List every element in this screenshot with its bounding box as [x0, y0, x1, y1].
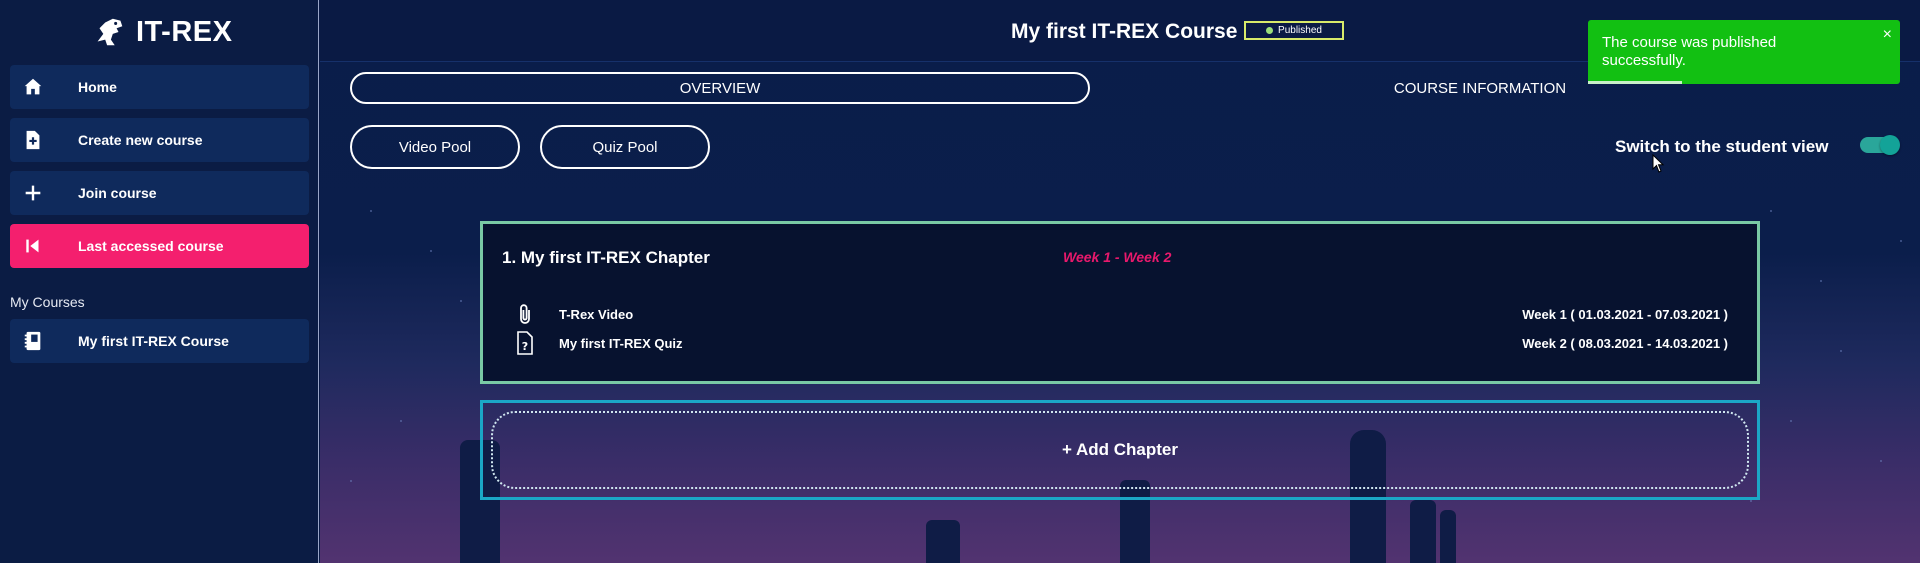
notebook-icon [22, 330, 44, 352]
chapter-item[interactable]: T-Rex Video Week 1 ( 01.03.2021 - 07.03.… [513, 302, 1728, 326]
video-pool-button[interactable]: Video Pool [350, 125, 520, 169]
chapter-item-name: My first IT-REX Quiz [559, 335, 683, 351]
file-plus-icon [22, 129, 44, 151]
success-toast: The course was published successfully. × [1588, 20, 1900, 84]
rock-silhouette [926, 520, 960, 563]
logo[interactable]: IT-REX [90, 12, 232, 52]
svg-text:?: ? [522, 340, 528, 353]
page-title: My first IT-REX Course [1011, 20, 1238, 43]
add-chapter-label: + Add Chapter [491, 411, 1749, 489]
toast-progress-fill [1588, 81, 1682, 84]
plus-icon [22, 182, 44, 204]
sidebar-item-course[interactable]: My first IT-REX Course [10, 319, 309, 363]
student-view-toggle[interactable] [1860, 135, 1900, 155]
sidebar-item-label: Join course [78, 185, 157, 201]
tab-course-information[interactable]: COURSE INFORMATION [1370, 72, 1590, 104]
quiz-file-icon: ? [513, 331, 537, 355]
sidebar-item-label: Last accessed course [78, 238, 224, 254]
sidebar-item-label: Home [78, 79, 117, 95]
chapter-title: 1. My first IT-REX Chapter [502, 248, 710, 267]
mouse-cursor-icon [1652, 154, 1665, 173]
sidebar-item-create-course[interactable]: Create new course [10, 118, 309, 162]
toast-message: The course was published successfully. [1602, 34, 1777, 69]
tab-overview[interactable]: OVERVIEW [350, 72, 1090, 104]
status-badge: Published [1244, 21, 1344, 40]
chapter-item-dates: Week 1 ( 01.03.2021 - 07.03.2021 ) [1522, 306, 1728, 322]
student-view-label: Switch to the student view [1615, 137, 1829, 156]
sidebar-item-label: My first IT-REX Course [78, 333, 229, 349]
chapter-item-name: T-Rex Video [559, 306, 634, 322]
sidebar-item-home[interactable]: Home [10, 65, 309, 109]
add-chapter-button[interactable]: + Add Chapter [480, 400, 1760, 500]
chapter-card[interactable]: 1. My first IT-REX Chapter Week 1 - Week… [480, 221, 1760, 384]
toggle-knob [1880, 135, 1900, 155]
sidebar: IT-REX Home Create new course Join cours… [0, 0, 319, 563]
main-content: My first IT-REX Course Published OVERVIE… [320, 0, 1920, 563]
close-icon[interactable]: × [1883, 26, 1892, 44]
skip-back-icon [22, 235, 44, 257]
logo-text: IT-REX [136, 15, 233, 48]
sidebar-item-join-course[interactable]: Join course [10, 171, 309, 215]
rock-silhouette [1410, 500, 1436, 563]
home-icon [22, 76, 44, 98]
sidebar-item-label: Create new course [78, 132, 203, 148]
chapter-item-dates: Week 2 ( 08.03.2021 - 14.03.2021 ) [1522, 335, 1728, 351]
sidebar-item-last-accessed-course[interactable]: Last accessed course [10, 224, 309, 268]
toast-progress-bar [1588, 81, 1900, 84]
trex-logo-icon [97, 18, 123, 46]
paperclip-icon [513, 302, 537, 326]
status-badge-label: Published [1278, 25, 1322, 36]
chapter-weeks: Week 1 - Week 2 [1063, 249, 1172, 265]
rock-silhouette [1440, 510, 1456, 563]
my-courses-heading: My Courses [10, 294, 85, 310]
quiz-pool-button[interactable]: Quiz Pool [540, 125, 710, 169]
chapter-item[interactable]: ? My first IT-REX Quiz Week 2 ( 08.03.20… [513, 331, 1728, 355]
status-dot-icon [1266, 27, 1274, 34]
